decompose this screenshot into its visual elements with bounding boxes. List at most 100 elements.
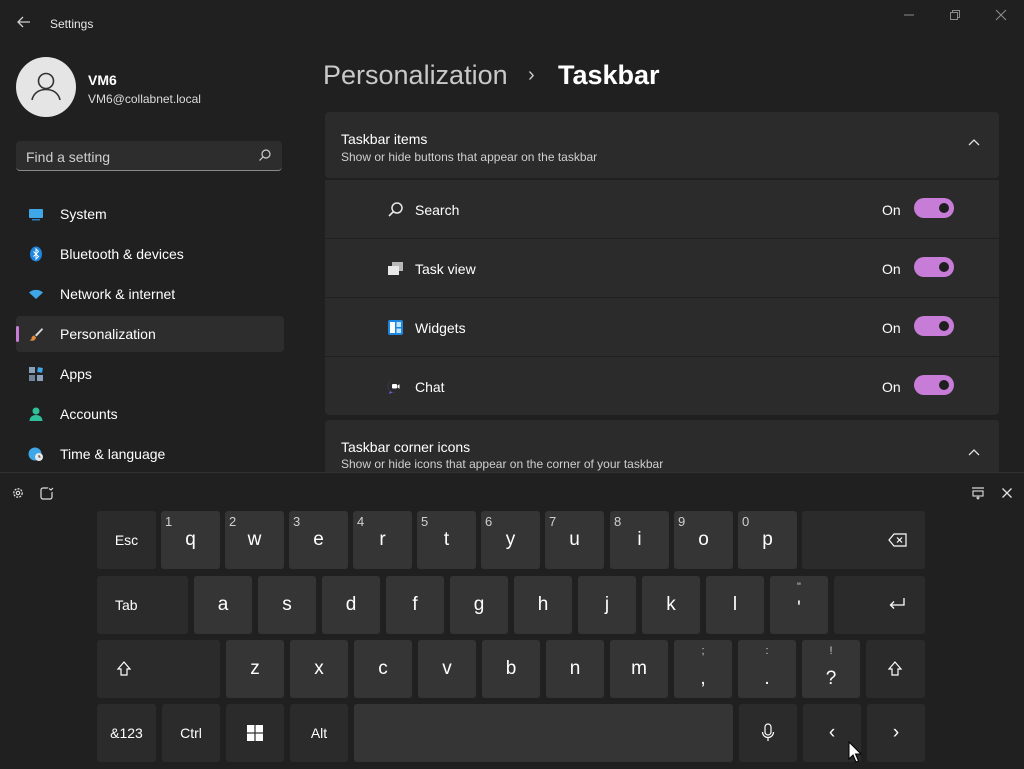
toggle-knob: [939, 321, 949, 331]
dock-keyboard-icon[interactable]: [970, 485, 986, 501]
back-arrow-icon: [17, 16, 30, 28]
taskbar-items-header[interactable]: Taskbar items Show or hide buttons that …: [325, 112, 999, 178]
section-subtitle: Show or hide icons that appear on the co…: [341, 457, 664, 471]
key-label: p: [762, 529, 773, 550]
minimize-button[interactable]: [886, 6, 932, 28]
key-n[interactable]: n: [546, 640, 604, 698]
sidebar-item-accounts[interactable]: Accounts: [16, 396, 284, 432]
key-quote[interactable]: " ': [770, 576, 828, 634]
key-shift-left[interactable]: [97, 640, 220, 698]
taskbar-item-task-view: Task view On: [325, 239, 999, 297]
key-label: a: [217, 594, 229, 615]
key-label: m: [631, 658, 647, 679]
sidebar-item-bluetooth[interactable]: Bluetooth & devices: [16, 236, 284, 272]
key-shift-right[interactable]: [866, 640, 925, 698]
key-symbols[interactable]: &123: [97, 704, 156, 762]
sidebar-item-label: Accounts: [60, 406, 118, 422]
toggle-knob: [939, 262, 949, 272]
breadcrumb-parent[interactable]: Personalization: [323, 60, 508, 91]
key-s[interactable]: s: [258, 576, 316, 634]
key-label: Ctrl: [180, 725, 202, 741]
key-period[interactable]: : .: [738, 640, 796, 698]
key-d[interactable]: d: [322, 576, 380, 634]
key-a[interactable]: a: [194, 576, 252, 634]
key-i[interactable]: 8i: [610, 511, 669, 569]
close-window-button[interactable]: [978, 6, 1024, 28]
key-b[interactable]: b: [482, 640, 540, 698]
key-esc[interactable]: Esc: [97, 511, 156, 569]
key-microphone[interactable]: [739, 704, 797, 762]
widgets-toggle[interactable]: [914, 316, 954, 336]
chevron-up-icon[interactable]: [967, 446, 981, 460]
key-right-arrow[interactable]: ›: [867, 704, 925, 762]
key-t[interactable]: 5t: [417, 511, 476, 569]
key-j[interactable]: j: [578, 576, 636, 634]
search-icon: [259, 149, 271, 161]
key-y[interactable]: 6y: [481, 511, 540, 569]
key-label: k: [666, 594, 676, 615]
key-label: Esc: [114, 532, 139, 548]
key-label: Alt: [310, 725, 328, 741]
key-alt[interactable]: Alt: [290, 704, 348, 762]
key-e[interactable]: 3e: [289, 511, 348, 569]
key-f[interactable]: f: [386, 576, 444, 634]
chat-toggle[interactable]: [914, 375, 954, 395]
search-toggle[interactable]: [914, 198, 954, 218]
key-p[interactable]: 0p: [738, 511, 797, 569]
key-question[interactable]: ! ?: [802, 640, 860, 698]
key-shift-label: ;: [701, 645, 705, 657]
sidebar-item-system[interactable]: System: [16, 196, 284, 232]
page-title: Taskbar: [558, 60, 660, 90]
restore-icon: [950, 10, 960, 20]
key-backspace[interactable]: [802, 511, 925, 569]
row-label: Chat: [415, 379, 445, 395]
shift-icon: [887, 661, 903, 676]
key-k[interactable]: k: [642, 576, 700, 634]
task-view-toggle[interactable]: [914, 257, 954, 277]
key-label: g: [473, 594, 485, 615]
key-label: e: [313, 529, 324, 550]
key-q[interactable]: 1q: [161, 511, 220, 569]
key-v[interactable]: v: [418, 640, 476, 698]
key-l[interactable]: l: [706, 576, 764, 634]
sidebar-item-apps[interactable]: Apps: [16, 356, 284, 392]
key-ctrl[interactable]: Ctrl: [162, 704, 220, 762]
key-u[interactable]: 7u: [545, 511, 604, 569]
key-label: o: [698, 529, 709, 550]
close-keyboard-icon[interactable]: [999, 485, 1015, 501]
key-m[interactable]: m: [610, 640, 668, 698]
key-enter[interactable]: [834, 576, 925, 634]
sidebar-item-label: Bluetooth & devices: [60, 246, 184, 262]
key-x[interactable]: x: [290, 640, 348, 698]
chevron-up-icon[interactable]: [967, 136, 981, 150]
key-z[interactable]: z: [226, 640, 284, 698]
key-space[interactable]: [354, 704, 733, 762]
key-windows[interactable]: [226, 704, 284, 762]
toggle-state-text: On: [882, 379, 901, 395]
key-comma[interactable]: ; ,: [674, 640, 732, 698]
key-tab[interactable]: Tab: [97, 576, 188, 634]
keyboard-settings-gear-icon[interactable]: [10, 485, 26, 501]
key-r[interactable]: 4r: [353, 511, 412, 569]
maximize-button[interactable]: [932, 6, 978, 28]
toggle-knob: [939, 203, 949, 213]
emoji-panel-icon[interactable]: [39, 485, 55, 501]
taskbar-item-search: Search On: [325, 180, 999, 238]
taskbar-corner-icons-header[interactable]: Taskbar corner icons Show or hide icons …: [325, 420, 999, 472]
brush-icon: [29, 328, 43, 341]
key-g[interactable]: g: [450, 576, 508, 634]
back-button[interactable]: [14, 14, 34, 34]
minimize-icon: [904, 14, 914, 16]
key-c[interactable]: c: [354, 640, 412, 698]
backspace-icon: [888, 533, 907, 547]
avatar[interactable]: [16, 57, 76, 117]
sidebar-item-network[interactable]: Network & internet: [16, 276, 284, 312]
key-o[interactable]: 9o: [674, 511, 733, 569]
key-h[interactable]: h: [514, 576, 572, 634]
search-input[interactable]: Find a setting: [16, 141, 282, 171]
sidebar-item-personalization[interactable]: Personalization: [16, 316, 284, 352]
sidebar-item-time-language[interactable]: Time & language: [16, 436, 284, 472]
taskbar-item-chat: Chat On: [325, 357, 999, 415]
sidebar-item-label: Network & internet: [60, 286, 176, 302]
key-w[interactable]: 2w: [225, 511, 284, 569]
